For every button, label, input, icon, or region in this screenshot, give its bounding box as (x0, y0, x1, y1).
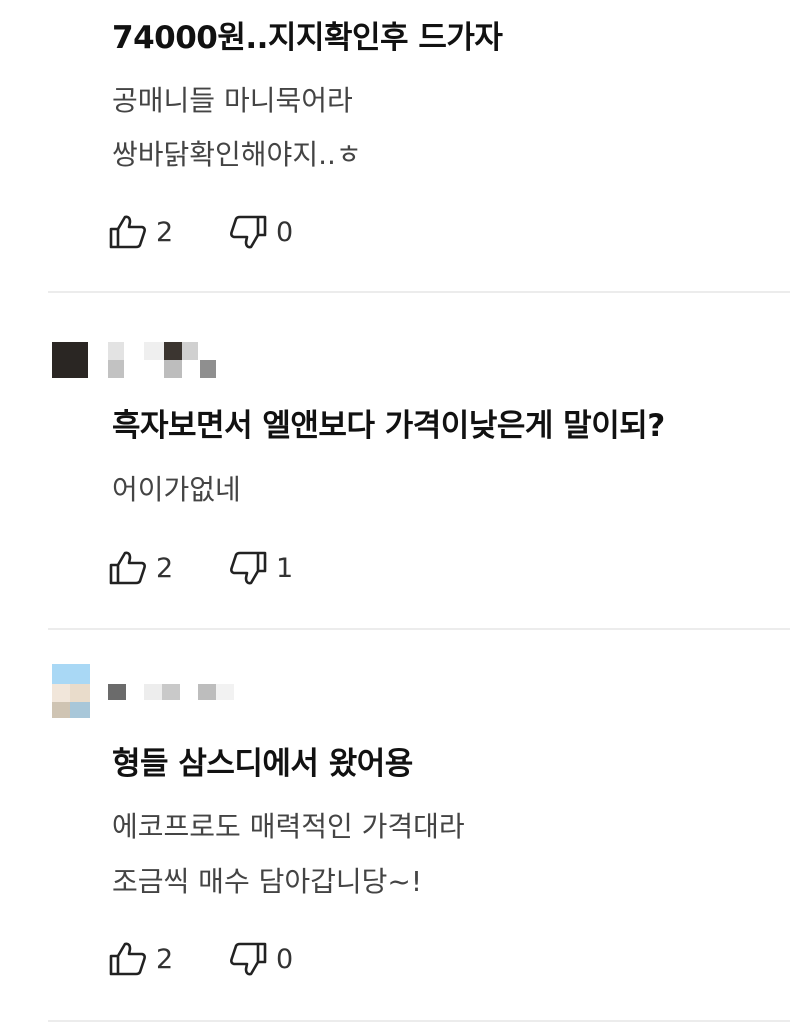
avatar[interactable] (52, 664, 90, 684)
author-name-blurred (108, 684, 126, 700)
comment-author[interactable] (52, 664, 242, 720)
author-name-blurred (182, 342, 198, 360)
avatar[interactable] (52, 342, 88, 378)
author-name-blurred (200, 360, 216, 378)
comment-divider (48, 1020, 790, 1022)
author-name-blurred (108, 360, 124, 378)
like-button[interactable]: 2 (108, 550, 228, 586)
dislike-button[interactable]: 0 (228, 941, 293, 977)
dislike-count: 0 (276, 216, 294, 248)
comment-body-line: 에코프로도 매력적인 가격대라 (112, 810, 465, 843)
author-name-blurred (216, 684, 234, 700)
dislike-count: 1 (276, 552, 294, 584)
dislike-button[interactable]: 1 (228, 550, 293, 586)
dislike-button[interactable]: 0 (228, 214, 293, 250)
author-name-blurred (164, 360, 182, 378)
thumbs-up-icon (108, 214, 148, 250)
avatar-pixel (52, 702, 70, 718)
thumbs-down-icon (228, 550, 268, 586)
reaction-bar: 2 1 (108, 548, 293, 588)
comment-title: 74000원..지지확인후 드가자 (112, 20, 503, 56)
like-button[interactable]: 2 (108, 214, 228, 250)
avatar-pixel (70, 684, 90, 702)
comment-body-line: 어이가없네 (112, 473, 241, 506)
like-count: 2 (156, 943, 174, 975)
comment-feed: 74000원..지지확인후 드가자 공매니들 마니묵어라 쌍바닭확인해야지..ㅎ… (0, 0, 790, 1033)
comment-body-line: 공매니들 마니묵어라 (112, 84, 353, 117)
like-button[interactable]: 2 (108, 941, 228, 977)
author-name-blurred (144, 684, 162, 700)
like-count: 2 (156, 216, 174, 248)
reaction-bar: 2 0 (108, 212, 293, 252)
avatar-pixel (70, 702, 90, 718)
reaction-bar: 2 0 (108, 939, 293, 979)
dislike-count: 0 (276, 943, 294, 975)
avatar-pixel (52, 684, 70, 702)
comment-body-line: 쌍바닭확인해야지..ㅎ (112, 138, 362, 171)
like-count: 2 (156, 552, 174, 584)
comment-body-line: 조금씩 매수 담아갑니당~! (112, 865, 423, 898)
thumbs-up-icon (108, 941, 148, 977)
author-name-blurred (198, 684, 216, 700)
author-name-blurred (144, 342, 164, 360)
thumbs-down-icon (228, 214, 268, 250)
thumbs-down-icon (228, 941, 268, 977)
author-name-blurred (108, 342, 124, 360)
comment-divider (48, 628, 790, 630)
comment-author[interactable] (52, 340, 222, 380)
comment-divider (48, 291, 790, 293)
comment-title: 형들 삼스디에서 왔어용 (112, 746, 413, 782)
author-name-blurred (164, 342, 182, 360)
comment-title: 흑자보면서 엘앤보다 가격이낮은게 말이되? (112, 408, 665, 444)
author-name-blurred (162, 684, 180, 700)
thumbs-up-icon (108, 550, 148, 586)
